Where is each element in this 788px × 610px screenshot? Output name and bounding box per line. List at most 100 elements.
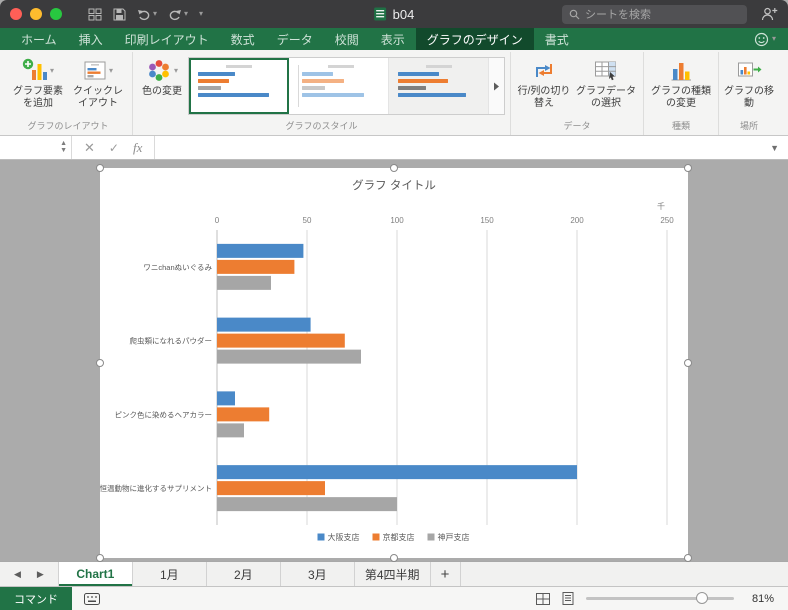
value-axis-tick-label: 150 <box>480 216 494 225</box>
change-chart-type-icon <box>671 63 691 81</box>
legend-label[interactable]: 大阪支店 <box>328 532 360 542</box>
switch-row-column-button[interactable]: 行/列の切り替え <box>516 53 572 110</box>
minimize-window-button[interactable] <box>30 8 42 20</box>
chart-bar[interactable] <box>217 465 577 480</box>
chart-bar[interactable] <box>217 349 361 364</box>
feedback-smiley-button[interactable]: ▾ <box>754 28 788 50</box>
ribbon-tab[interactable]: データ <box>266 28 324 50</box>
sheet-tab[interactable]: 第4四半期 <box>355 562 431 586</box>
ribbon-tab[interactable]: 書式 <box>534 28 580 50</box>
chart-style-option-2[interactable] <box>289 58 389 114</box>
redo-dropdown-caret[interactable]: ▾ <box>184 10 188 18</box>
chart-bar[interactable] <box>217 243 304 258</box>
change-colors-button[interactable]: ▾ 色の変更 <box>138 53 186 98</box>
ribbon-tab[interactable]: 校閲 <box>324 28 370 50</box>
change-colors-icon <box>149 60 169 81</box>
chart-bar[interactable] <box>217 391 235 406</box>
ribbon-tab[interactable]: 印刷レイアウト <box>114 28 220 50</box>
sheet-tab[interactable]: 2月 <box>207 562 281 586</box>
zoom-slider[interactable] <box>586 592 734 604</box>
zoom-level: 81% <box>751 592 774 605</box>
document-title-area: b04 <box>374 0 414 28</box>
toolbar-options-chevron-icon[interactable]: ▾ <box>199 10 203 18</box>
add-chart-element-button[interactable]: ▾ グラフ要素を追加 <box>9 53 67 110</box>
ribbon-tab[interactable]: グラフのデザイン <box>415 28 534 50</box>
selection-handle[interactable] <box>684 359 692 367</box>
chart-bar[interactable] <box>217 333 345 348</box>
add-sheet-button[interactable]: + <box>431 562 461 586</box>
formula-bar-expand-caret[interactable]: ▼ <box>761 143 788 153</box>
selection-handle[interactable] <box>390 554 398 562</box>
selection-handle[interactable] <box>390 164 398 172</box>
quick-layout-label: クイックレイアウト <box>73 86 123 109</box>
zoom-slider-knob[interactable] <box>695 592 708 604</box>
legend-marker[interactable] <box>427 533 435 541</box>
sheet-tab[interactable]: 3月 <box>281 562 355 586</box>
chart-bar[interactable] <box>217 481 325 496</box>
selection-handle[interactable] <box>684 164 692 172</box>
sheet-tab[interactable]: Chart1 <box>58 562 133 586</box>
add-chart-element-caret: ▾ <box>49 65 54 75</box>
previous-sheet-arrow-icon[interactable]: ◀ <box>14 569 21 580</box>
value-axis-tick-label: 50 <box>303 216 312 225</box>
ribbon-group-chart-layout: ▾ グラフ要素を追加 ▾ クイックレイアウト グラフのレイアウト <box>4 52 132 135</box>
next-sheet-arrow-icon[interactable]: ▶ <box>37 569 44 580</box>
chart-bar[interactable] <box>217 407 270 422</box>
name-box-stepper-icon[interactable]: ▲ ▼ <box>60 140 67 154</box>
sidebar-grid-icon[interactable] <box>88 8 102 21</box>
save-icon[interactable] <box>113 8 126 21</box>
search-input[interactable]: シートを検索 <box>562 4 747 24</box>
selection-handle[interactable] <box>96 164 104 172</box>
name-box[interactable]: ▲ ▼ <box>0 136 72 159</box>
chart-bar[interactable] <box>217 497 397 512</box>
chart-bar[interactable] <box>217 259 295 274</box>
chart-styles-group-label: グラフのスタイル <box>285 121 358 131</box>
ribbon-tab[interactable]: 数式 <box>220 28 266 50</box>
change-chart-type-button[interactable]: グラフの種類の変更 <box>649 53 713 110</box>
chart-sheet[interactable]: グラフ タイトル千 0 50 100 150 200 250 ワニchanぬいぐるみ 爬虫類にな… <box>100 168 688 558</box>
quick-layout-button[interactable]: ▾ クイックレイアウト <box>69 53 127 110</box>
zoom-window-button[interactable] <box>50 8 62 20</box>
selection-handle[interactable] <box>96 554 104 562</box>
legend-marker[interactable] <box>317 533 325 541</box>
insert-function-button[interactable]: fx <box>133 140 142 156</box>
legend-marker[interactable] <box>372 533 380 541</box>
change-colors-label: 色の変更 <box>142 86 182 97</box>
formula-input[interactable] <box>155 136 761 159</box>
status-mode-badge: コマンド <box>0 587 72 610</box>
undo-dropdown-caret[interactable]: ▾ <box>153 10 157 18</box>
keyboard-icon[interactable] <box>84 592 100 605</box>
chart-area[interactable]: グラフ タイトル千 0 50 100 150 200 250 ワニchanぬいぐるみ爬虫類にな… <box>100 168 688 558</box>
cancel-formula-icon[interactable]: ✕ <box>84 140 95 156</box>
selection-handle[interactable] <box>684 554 692 562</box>
change-chart-type-label: グラフの種類の変更 <box>651 86 711 109</box>
select-data-button[interactable]: グラフデータの選択 <box>574 53 638 110</box>
move-chart-button[interactable]: グラフの移動 <box>724 53 774 110</box>
chart-bar[interactable] <box>217 423 244 438</box>
gallery-more-button[interactable] <box>489 58 504 114</box>
normal-view-icon[interactable] <box>536 592 550 605</box>
ribbon-tab[interactable]: 表示 <box>370 28 416 50</box>
redo-icon[interactable]: ▾ <box>168 8 188 21</box>
chart-style-option-1[interactable] <box>189 58 289 114</box>
data-group-label: データ <box>563 121 591 131</box>
selection-handle[interactable] <box>96 359 104 367</box>
undo-icon[interactable]: ▾ <box>137 8 157 21</box>
page-layout-view-icon[interactable] <box>562 592 574 605</box>
chart-bar[interactable] <box>217 317 311 332</box>
chart-bar[interactable] <box>217 275 271 290</box>
ribbon-tab[interactable]: ホーム <box>10 28 68 50</box>
close-window-button[interactable] <box>10 8 22 20</box>
share-person-icon[interactable] <box>761 7 778 21</box>
value-axis-tick-label: 100 <box>390 216 404 225</box>
ribbon-tab[interactable]: 挿入 <box>68 28 114 50</box>
confirm-formula-icon[interactable]: ✓ <box>109 141 119 155</box>
legend-label[interactable]: 神戸支店 <box>438 532 470 542</box>
chart-title[interactable]: グラフ タイトル <box>352 178 436 192</box>
worksheet-canvas[interactable]: グラフ タイトル千 0 50 100 150 200 250 ワニchanぬいぐるみ 爬虫類にな… <box>0 160 788 562</box>
legend-label[interactable]: 京都支店 <box>383 532 415 542</box>
sheet-tab[interactable]: 1月 <box>133 562 207 586</box>
status-bar: コマンド 81% <box>0 586 788 610</box>
move-chart-label: グラフの移動 <box>724 86 774 109</box>
chart-style-option-3[interactable] <box>389 58 489 114</box>
